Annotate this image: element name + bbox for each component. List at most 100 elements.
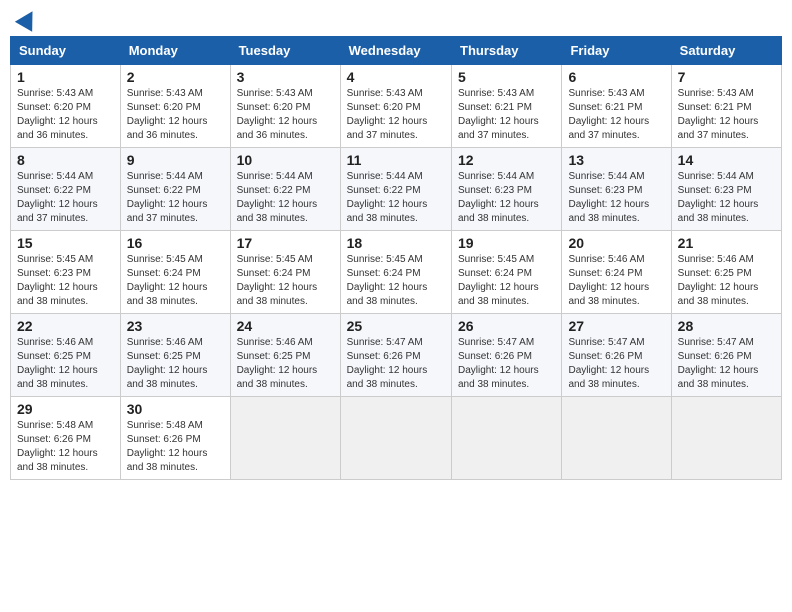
- day-info: Sunrise: 5:47 AM Sunset: 6:26 PM Dayligh…: [568, 336, 664, 392]
- day-info: Sunrise: 5:44 AM Sunset: 6:22 PM Dayligh…: [17, 170, 114, 226]
- day-number: 4: [347, 69, 445, 85]
- calendar-day-13: 13 Sunrise: 5:44 AM Sunset: 6:23 PM Dayli…: [562, 148, 671, 231]
- day-info: Sunrise: 5:45 AM Sunset: 6:24 PM Dayligh…: [237, 253, 334, 309]
- day-number: 28: [678, 318, 775, 334]
- calendar-day-14: 14Sunrise: 5:44 AM Sunset: 6:23 PM Dayli…: [671, 148, 781, 231]
- empty-cell: [230, 397, 340, 480]
- header-day-friday: Friday: [562, 37, 671, 65]
- calendar-day-24: 24 Sunrise: 5:46 AM Sunset: 6:25 PM Dayli…: [230, 314, 340, 397]
- day-number: 5: [458, 69, 555, 85]
- day-info: Sunrise: 5:43 AM Sunset: 6:21 PM Dayligh…: [568, 87, 664, 143]
- day-number: 10: [237, 152, 334, 168]
- header-day-wednesday: Wednesday: [340, 37, 451, 65]
- day-info: Sunrise: 5:45 AM Sunset: 6:24 PM Dayligh…: [347, 253, 445, 309]
- calendar-table: SundayMondayTuesdayWednesdayThursdayFrid…: [10, 36, 782, 480]
- day-info: Sunrise: 5:44 AM Sunset: 6:22 PM Dayligh…: [347, 170, 445, 226]
- day-number: 11: [347, 152, 445, 168]
- day-number: 23: [127, 318, 224, 334]
- calendar-day-22: 22Sunrise: 5:46 AM Sunset: 6:25 PM Dayli…: [11, 314, 121, 397]
- empty-cell: [671, 397, 781, 480]
- calendar-day-29: 29 Sunrise: 5:48 AM Sunset: 6:26 PM Dayli…: [11, 397, 121, 480]
- day-number: 26: [458, 318, 555, 334]
- day-info: Sunrise: 5:43 AM Sunset: 6:20 PM Dayligh…: [347, 87, 445, 143]
- calendar-day-19: 19Sunrise: 5:45 AM Sunset: 6:24 PM Dayli…: [452, 231, 562, 314]
- calendar-day-4: 4 Sunrise: 5:43 AM Sunset: 6:20 PM Daylig…: [340, 65, 451, 148]
- empty-cell: [340, 397, 451, 480]
- day-number: 29: [17, 401, 114, 417]
- header: [10, 10, 782, 28]
- calendar-row-1: 1 Sunrise: 5:43 AM Sunset: 6:20 PM Daylig…: [11, 65, 782, 148]
- calendar-day-15: 15 Sunrise: 5:45 AM Sunset: 6:23 PM Dayli…: [11, 231, 121, 314]
- day-number: 7: [678, 69, 775, 85]
- calendar-day-2: 2 Sunrise: 5:43 AM Sunset: 6:20 PM Daylig…: [120, 65, 230, 148]
- calendar-row-5: 29 Sunrise: 5:48 AM Sunset: 6:26 PM Dayli…: [11, 397, 782, 480]
- day-info: Sunrise: 5:44 AM Sunset: 6:22 PM Dayligh…: [237, 170, 334, 226]
- calendar-row-3: 15 Sunrise: 5:45 AM Sunset: 6:23 PM Dayli…: [11, 231, 782, 314]
- day-info: Sunrise: 5:43 AM Sunset: 6:21 PM Dayligh…: [678, 87, 775, 143]
- calendar-day-16: 16 Sunrise: 5:45 AM Sunset: 6:24 PM Dayli…: [120, 231, 230, 314]
- day-number: 17: [237, 235, 334, 251]
- calendar-day-9: 9 Sunrise: 5:44 AM Sunset: 6:22 PM Daylig…: [120, 148, 230, 231]
- day-number: 13: [568, 152, 664, 168]
- header-day-tuesday: Tuesday: [230, 37, 340, 65]
- day-info: Sunrise: 5:45 AM Sunset: 6:24 PM Dayligh…: [127, 253, 224, 309]
- calendar-header-row: SundayMondayTuesdayWednesdayThursdayFrid…: [11, 37, 782, 65]
- empty-cell: [452, 397, 562, 480]
- day-number: 20: [568, 235, 664, 251]
- day-info: Sunrise: 5:46 AM Sunset: 6:24 PM Dayligh…: [568, 253, 664, 309]
- header-day-sunday: Sunday: [11, 37, 121, 65]
- day-info: Sunrise: 5:48 AM Sunset: 6:26 PM Dayligh…: [127, 419, 224, 475]
- calendar-day-3: 3 Sunrise: 5:43 AM Sunset: 6:20 PM Daylig…: [230, 65, 340, 148]
- calendar-day-20: 20 Sunrise: 5:46 AM Sunset: 6:24 PM Dayli…: [562, 231, 671, 314]
- calendar-day-30: 30 Sunrise: 5:48 AM Sunset: 6:26 PM Dayli…: [120, 397, 230, 480]
- day-info: Sunrise: 5:45 AM Sunset: 6:24 PM Dayligh…: [458, 253, 555, 309]
- calendar-day-18: 18 Sunrise: 5:45 AM Sunset: 6:24 PM Dayli…: [340, 231, 451, 314]
- header-day-thursday: Thursday: [452, 37, 562, 65]
- calendar-day-12: 12 Sunrise: 5:44 AM Sunset: 6:23 PM Dayli…: [452, 148, 562, 231]
- day-info: Sunrise: 5:45 AM Sunset: 6:23 PM Dayligh…: [17, 253, 114, 309]
- day-number: 12: [458, 152, 555, 168]
- day-info: Sunrise: 5:44 AM Sunset: 6:23 PM Dayligh…: [458, 170, 555, 226]
- calendar-day-10: 10 Sunrise: 5:44 AM Sunset: 6:22 PM Dayli…: [230, 148, 340, 231]
- day-info: Sunrise: 5:46 AM Sunset: 6:25 PM Dayligh…: [127, 336, 224, 392]
- day-info: Sunrise: 5:43 AM Sunset: 6:21 PM Dayligh…: [458, 87, 555, 143]
- calendar-day-7: 7 Sunrise: 5:43 AM Sunset: 6:21 PM Daylig…: [671, 65, 781, 148]
- calendar-day-27: 27 Sunrise: 5:47 AM Sunset: 6:26 PM Dayli…: [562, 314, 671, 397]
- calendar-day-1: 1 Sunrise: 5:43 AM Sunset: 6:20 PM Daylig…: [11, 65, 121, 148]
- calendar-day-25: 25 Sunrise: 5:47 AM Sunset: 6:26 PM Dayli…: [340, 314, 451, 397]
- logo: [14, 10, 38, 28]
- day-number: 3: [237, 69, 334, 85]
- day-number: 8: [17, 152, 114, 168]
- calendar-day-26: 26 Sunrise: 5:47 AM Sunset: 6:26 PM Dayli…: [452, 314, 562, 397]
- day-number: 27: [568, 318, 664, 334]
- day-info: Sunrise: 5:44 AM Sunset: 6:22 PM Dayligh…: [127, 170, 224, 226]
- day-number: 1: [17, 69, 114, 85]
- calendar-day-8: 8 Sunrise: 5:44 AM Sunset: 6:22 PM Daylig…: [11, 148, 121, 231]
- day-number: 16: [127, 235, 224, 251]
- day-info: Sunrise: 5:43 AM Sunset: 6:20 PM Dayligh…: [237, 87, 334, 143]
- empty-cell: [562, 397, 671, 480]
- day-info: Sunrise: 5:47 AM Sunset: 6:26 PM Dayligh…: [678, 336, 775, 392]
- calendar-day-5: 5 Sunrise: 5:43 AM Sunset: 6:21 PM Daylig…: [452, 65, 562, 148]
- day-info: Sunrise: 5:43 AM Sunset: 6:20 PM Dayligh…: [127, 87, 224, 143]
- calendar-day-17: 17 Sunrise: 5:45 AM Sunset: 6:24 PM Dayli…: [230, 231, 340, 314]
- day-number: 18: [347, 235, 445, 251]
- day-number: 2: [127, 69, 224, 85]
- day-info: Sunrise: 5:47 AM Sunset: 6:26 PM Dayligh…: [347, 336, 445, 392]
- day-number: 30: [127, 401, 224, 417]
- day-info: Sunrise: 5:43 AM Sunset: 6:20 PM Dayligh…: [17, 87, 114, 143]
- day-number: 9: [127, 152, 224, 168]
- day-number: 24: [237, 318, 334, 334]
- day-info: Sunrise: 5:46 AM Sunset: 6:25 PM Dayligh…: [678, 253, 775, 309]
- day-info: Sunrise: 5:46 AM Sunset: 6:25 PM Dayligh…: [237, 336, 334, 392]
- day-info: Sunrise: 5:47 AM Sunset: 6:26 PM Dayligh…: [458, 336, 555, 392]
- day-info: Sunrise: 5:48 AM Sunset: 6:26 PM Dayligh…: [17, 419, 114, 475]
- calendar-day-23: 23 Sunrise: 5:46 AM Sunset: 6:25 PM Dayli…: [120, 314, 230, 397]
- day-number: 6: [568, 69, 664, 85]
- day-number: 25: [347, 318, 445, 334]
- header-day-monday: Monday: [120, 37, 230, 65]
- day-number: 22: [17, 318, 114, 334]
- calendar-day-28: 28 Sunrise: 5:47 AM Sunset: 6:26 PM Dayli…: [671, 314, 781, 397]
- day-info: Sunrise: 5:44 AM Sunset: 6:23 PM Dayligh…: [568, 170, 664, 226]
- day-number: 15: [17, 235, 114, 251]
